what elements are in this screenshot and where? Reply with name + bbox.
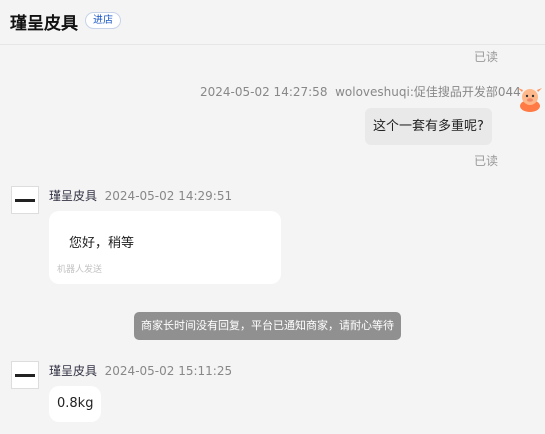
shop-avatar[interactable] [11,361,39,389]
shop-title: 瑾呈皮具 [10,14,78,34]
message-text: 您好，稍等 [69,236,135,251]
message-timestamp: 2024-05-02 15:11:25 [104,364,233,378]
system-notice: 商家长时间没有回复，平台已通知商家，请耐心等待 [134,312,401,340]
shop-logo-icon [15,199,35,202]
message-meta: 2024-05-02 14:27:58 woloveshuqi:促佳搜品开发部0… [200,83,521,100]
user-avatar[interactable] [516,84,544,112]
sender-name: 瑾呈皮具 [49,189,98,203]
message-timestamp: 2024-05-02 14:27:58 [200,85,328,99]
shop-avatar[interactable] [11,186,39,214]
message-bubble-outgoing: 这个一套有多重呢? [365,108,492,145]
chat-header: 瑾呈皮具 进店 [0,0,545,45]
message-bubble-incoming: 您好，稍等 机器人发送 [49,211,281,284]
robot-sent-note: 机器人发送 [57,265,103,275]
shop-logo-icon [15,374,35,377]
message-bubble-incoming: 0.8kg [49,386,102,422]
sender-name: woloveshuqi:促佳搜品开发部044 [335,85,521,99]
message-timestamp: 2024-05-02 14:29:51 [104,189,233,203]
read-status: 已读 [474,50,499,64]
enter-shop-button[interactable]: 进店 [85,12,121,29]
message-meta: 瑾呈皮具 2024-05-02 15:11:25 [49,362,232,379]
sender-name: 瑾呈皮具 [49,364,98,378]
read-status: 已读 [474,154,499,168]
message-meta: 瑾呈皮具 2024-05-02 14:29:51 [49,187,232,204]
